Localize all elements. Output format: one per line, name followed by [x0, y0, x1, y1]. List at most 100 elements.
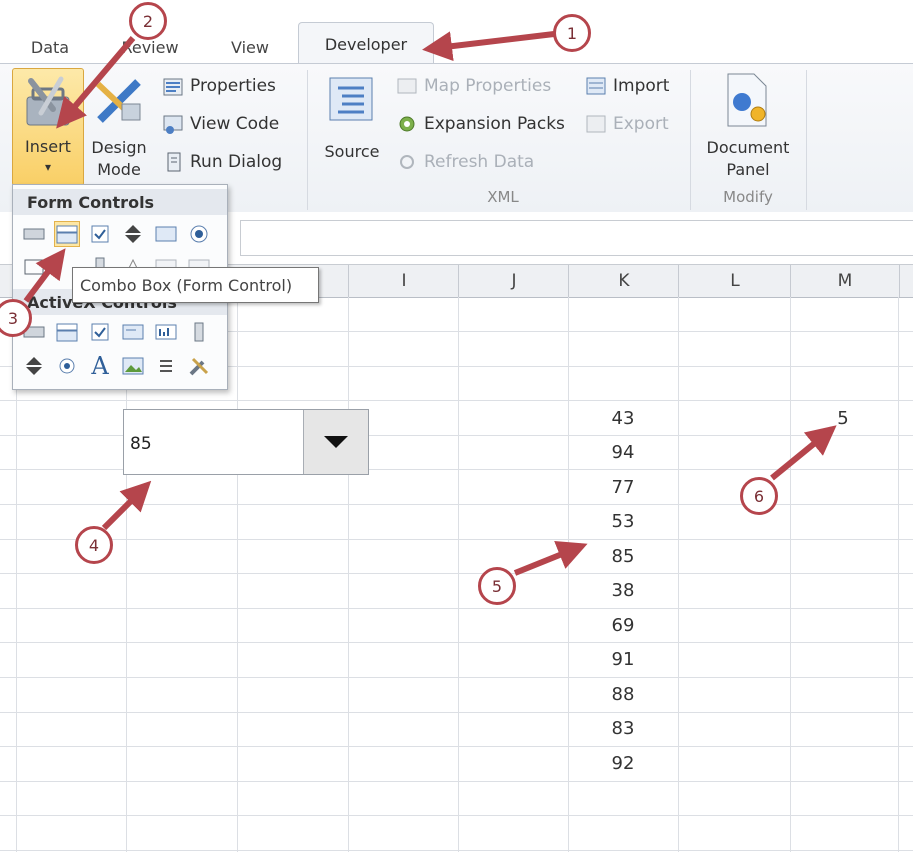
- activex-image-icon[interactable]: [120, 353, 146, 379]
- callout-2: 2: [129, 2, 167, 40]
- insert-label: Insert: [25, 137, 71, 156]
- combo-box[interactable]: 85: [123, 409, 369, 475]
- list-box-control-icon[interactable]: [153, 221, 179, 247]
- combo-box-control-icon[interactable]: [54, 221, 80, 247]
- callout-4: 4: [75, 526, 113, 564]
- column-header-i[interactable]: I: [348, 265, 459, 297]
- group-divider: [806, 70, 807, 210]
- activex-spin-button-icon[interactable]: [21, 353, 47, 379]
- cell-k-value[interactable]: 88: [573, 684, 673, 705]
- tab-label: Review: [121, 37, 179, 57]
- cell-k-value[interactable]: 69: [573, 615, 673, 636]
- map-properties-button[interactable]: Map Properties: [396, 72, 551, 100]
- cell-k-value[interactable]: 83: [573, 718, 673, 739]
- grid-column-line: [790, 297, 791, 852]
- import-label: Import: [613, 76, 670, 96]
- tab-view[interactable]: View: [220, 30, 280, 64]
- grid-row-line: [0, 781, 913, 782]
- xml-source-icon: [329, 77, 373, 121]
- button-control-icon[interactable]: [21, 221, 47, 247]
- formula-input[interactable]: [240, 220, 913, 256]
- option-button-control-icon[interactable]: [186, 221, 212, 247]
- tab-label: View: [231, 37, 269, 57]
- expansion-packs-label: Expansion Packs: [424, 114, 565, 134]
- activex-checkbox-icon[interactable]: [87, 319, 113, 345]
- group-divider: [690, 70, 691, 210]
- grid-row-line: [0, 608, 913, 609]
- tab-developer[interactable]: Developer: [298, 22, 434, 65]
- activex-scroll-bar-icon[interactable]: [186, 319, 212, 345]
- view-code-button[interactable]: View Code: [162, 110, 279, 138]
- cell-k-value[interactable]: 38: [573, 580, 673, 601]
- column-header-label: L: [730, 271, 740, 291]
- refresh-data-button[interactable]: Refresh Data: [396, 148, 534, 176]
- document-panel-line2: Panel: [726, 160, 770, 179]
- column-header-label: M: [837, 271, 853, 291]
- column-header-l[interactable]: L: [678, 265, 791, 297]
- combo-box-value: 85: [130, 434, 152, 454]
- map-properties-label: Map Properties: [424, 76, 552, 96]
- column-header-k[interactable]: K: [568, 265, 679, 297]
- source-label: Source: [324, 142, 380, 161]
- combo-box-tooltip: Combo Box (Form Control): [72, 267, 319, 303]
- export-icon: [585, 113, 607, 135]
- cell-k-value[interactable]: 92: [573, 753, 673, 774]
- checkbox-control-icon[interactable]: [87, 221, 113, 247]
- grid-column-line: [568, 297, 569, 852]
- import-icon: [585, 75, 607, 97]
- callout-6: 6: [740, 477, 778, 515]
- expansion-packs-button[interactable]: Expansion Packs: [396, 110, 565, 138]
- properties-button[interactable]: Properties: [162, 72, 276, 100]
- tab-data[interactable]: Data: [22, 30, 78, 64]
- view-code-icon: [162, 113, 184, 135]
- column-header-j[interactable]: J: [458, 265, 569, 297]
- design-mode-button[interactable]: Design Mode: [86, 70, 152, 186]
- modify-group-label: Modify: [723, 188, 773, 206]
- run-dialog-button[interactable]: Run Dialog: [162, 148, 282, 176]
- activex-list-box-icon[interactable]: [120, 319, 146, 345]
- activex-toggle-button-icon[interactable]: [153, 353, 179, 379]
- combo-box-dropdown-button[interactable]: [303, 410, 368, 474]
- refresh-data-label: Refresh Data: [424, 152, 535, 172]
- grid-row-line: [0, 677, 913, 678]
- view-code-label: View Code: [190, 114, 280, 134]
- grid-row-line: [0, 815, 913, 816]
- activex-text-box-icon[interactable]: [153, 319, 179, 345]
- document-panel-button[interactable]: Document Panel: [698, 70, 798, 186]
- properties-icon: [162, 75, 184, 97]
- cell-k-value[interactable]: 91: [573, 649, 673, 670]
- cell-k-value[interactable]: 53: [573, 511, 673, 532]
- grid-column-line: [678, 297, 679, 852]
- group-box-control-icon[interactable]: [21, 253, 47, 279]
- cell-k-value[interactable]: 94: [573, 442, 673, 463]
- grid-row-line: [0, 746, 913, 747]
- expansion-packs-icon: [396, 113, 418, 135]
- insert-button[interactable]: Insert ▾: [12, 68, 84, 186]
- map-properties-icon: [396, 75, 418, 97]
- callout-5: 5: [478, 567, 516, 605]
- source-button[interactable]: Source: [318, 70, 386, 186]
- column-header-label: K: [618, 271, 630, 291]
- import-button[interactable]: Import: [585, 72, 669, 100]
- properties-label: Properties: [190, 76, 276, 96]
- document-panel-line1: Document: [706, 138, 790, 157]
- cell-m-value[interactable]: 5: [793, 408, 893, 429]
- cell-k-value[interactable]: 77: [573, 477, 673, 498]
- chevron-down-icon: ▾: [44, 160, 52, 174]
- spin-button-control-icon[interactable]: [120, 221, 146, 247]
- grid-row-line: [0, 573, 913, 574]
- activex-option-button-icon[interactable]: [54, 353, 80, 379]
- activex-combo-box-icon[interactable]: [54, 319, 80, 345]
- more-controls-icon[interactable]: [186, 353, 212, 379]
- export-button[interactable]: Export: [585, 110, 669, 138]
- document-panel-icon: [727, 73, 767, 127]
- cell-k-value[interactable]: 85: [573, 546, 673, 567]
- cell-k-value[interactable]: 43: [573, 408, 673, 429]
- run-dialog-icon: [162, 151, 184, 173]
- activex-label-icon[interactable]: A: [87, 352, 113, 380]
- grid-row-line: [0, 642, 913, 643]
- column-header-m[interactable]: M: [790, 265, 900, 297]
- form-controls-header: Form Controls: [13, 189, 227, 215]
- design-label-line2: Mode: [97, 160, 141, 179]
- grid-column-line: [458, 297, 459, 852]
